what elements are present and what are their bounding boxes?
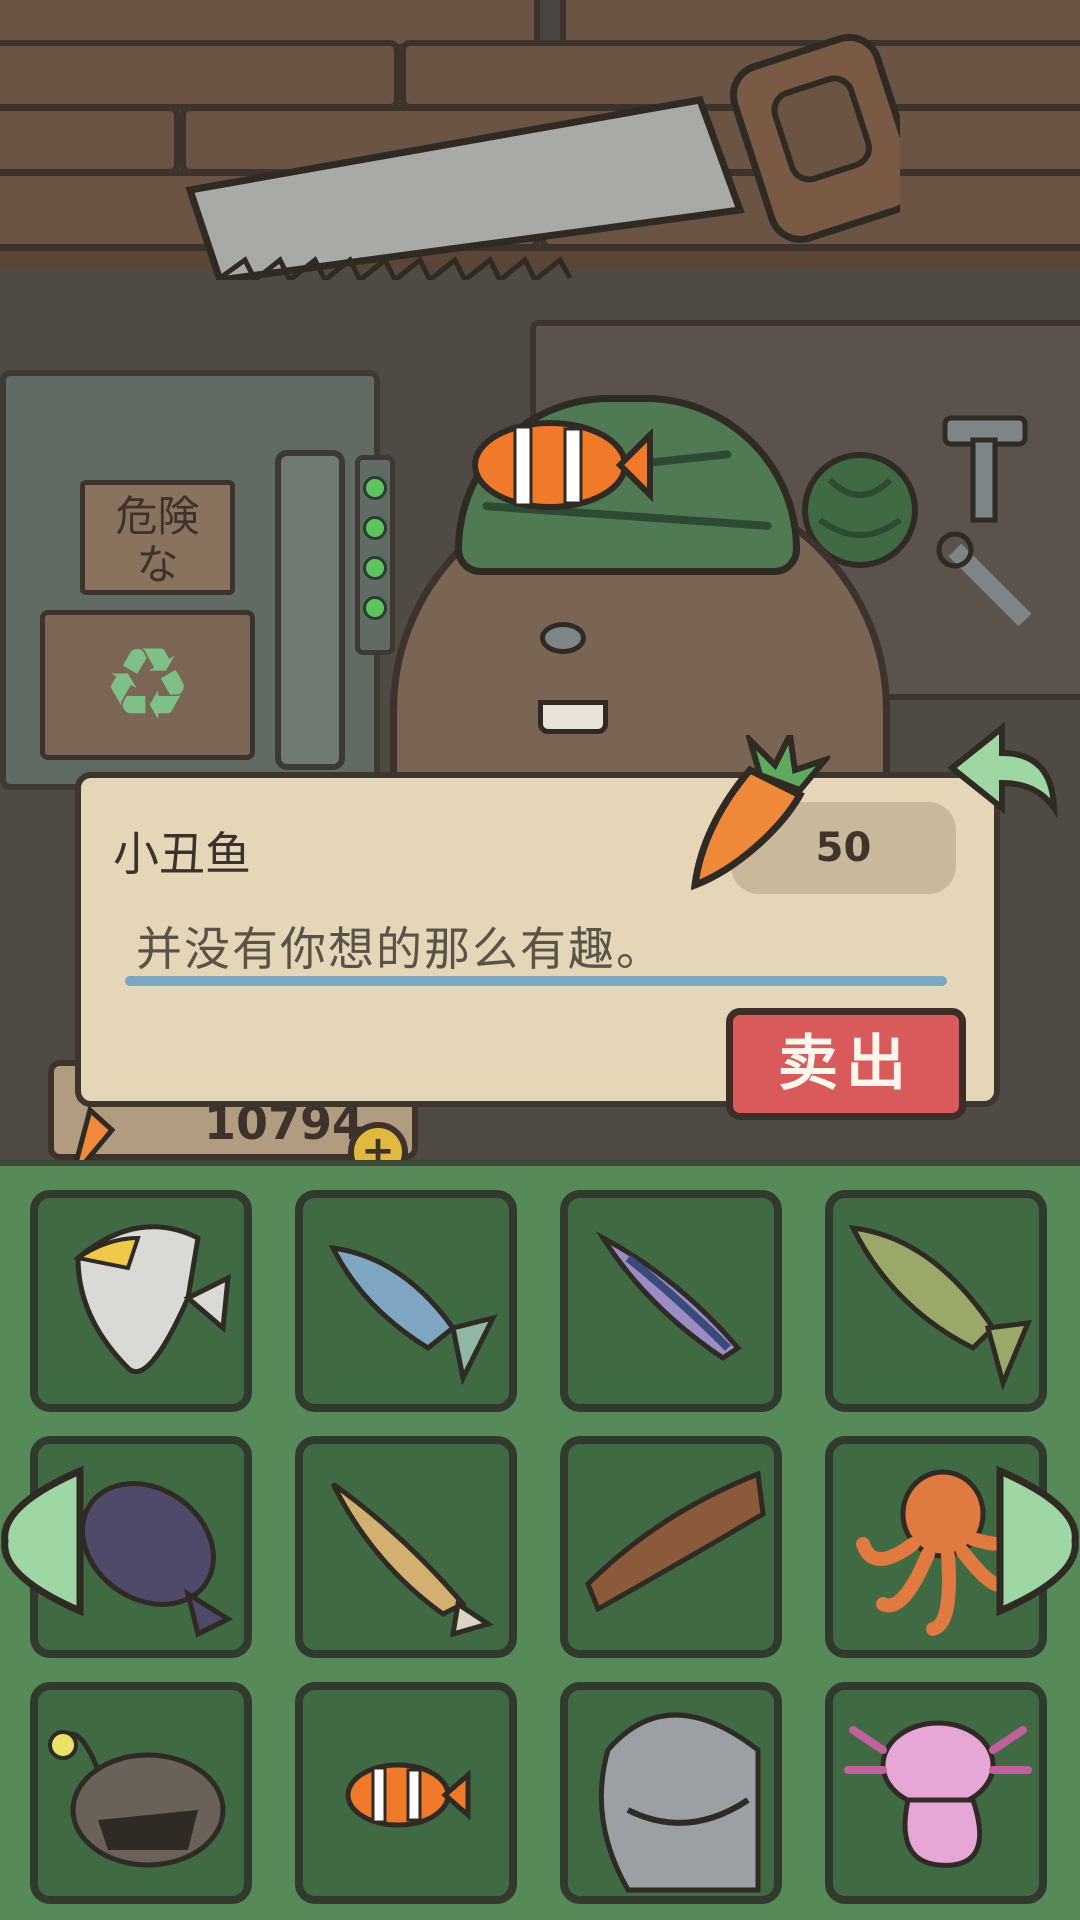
fish-inventory-grid [0, 1160, 1080, 1920]
inventory-slot-whale-shark[interactable] [560, 1682, 782, 1904]
previous-page-arrow[interactable] [0, 1466, 85, 1616]
danger-sign: 危険な [80, 480, 235, 595]
sell-button[interactable]: 卖出 [726, 1008, 966, 1120]
thermometer-tube [275, 450, 345, 770]
indicator-lights [355, 455, 395, 655]
inventory-slot-bass[interactable] [825, 1190, 1047, 1412]
ceiling-plank [0, 105, 180, 175]
anglerfish-icon [48, 1730, 226, 1868]
axolotl-icon [844, 1720, 1032, 1868]
inventory-slot-goby[interactable] [295, 1436, 517, 1658]
inventory-slot-sea-cucumber[interactable] [560, 1436, 782, 1658]
clownfish-icon [345, 1762, 471, 1828]
inventory-slot-axolotl[interactable] [825, 1682, 1047, 1904]
led-icon [363, 556, 387, 580]
inventory-slot-sandeel[interactable] [560, 1190, 782, 1412]
fish-info-dialog: 小丑鱼 50 并没有你想的那么有趣。 卖出 [75, 772, 1000, 1120]
clownfish-icon [472, 420, 653, 510]
recycle-icon: ♻ [40, 610, 255, 760]
sardine-icon [328, 1244, 498, 1386]
hammer-wrench-icon [936, 415, 1032, 627]
danger-sign-text: 危険な [115, 492, 200, 589]
inventory-slot-clownfish[interactable] [295, 1682, 517, 1904]
angelfish-icon [72, 1224, 231, 1375]
sea-cucumber-icon [585, 1470, 766, 1613]
inventory-slot-angelfish[interactable] [30, 1190, 252, 1412]
next-page-arrow[interactable] [995, 1466, 1080, 1616]
fish-description: 并没有你想的那么有趣。 [136, 922, 664, 976]
led-icon [363, 516, 387, 540]
led-icon [363, 476, 387, 500]
description-underline [125, 976, 947, 986]
goby-icon [330, 1481, 494, 1638]
inventory-slot-sardine[interactable] [295, 1190, 517, 1412]
inventory-slot-anglerfish[interactable] [30, 1682, 252, 1904]
beaver-nose [540, 622, 586, 654]
whale-shark-icon [598, 1712, 761, 1893]
carrot-price-icon [690, 735, 830, 891]
bass-icon [848, 1224, 1032, 1391]
led-icon [363, 596, 387, 620]
back-arrow-icon[interactable] [942, 718, 1062, 818]
fish-name: 小丑鱼 [113, 827, 251, 881]
beaver-teeth [538, 700, 608, 734]
saw-icon [185, 33, 900, 280]
sandeel-icon [595, 1231, 742, 1362]
